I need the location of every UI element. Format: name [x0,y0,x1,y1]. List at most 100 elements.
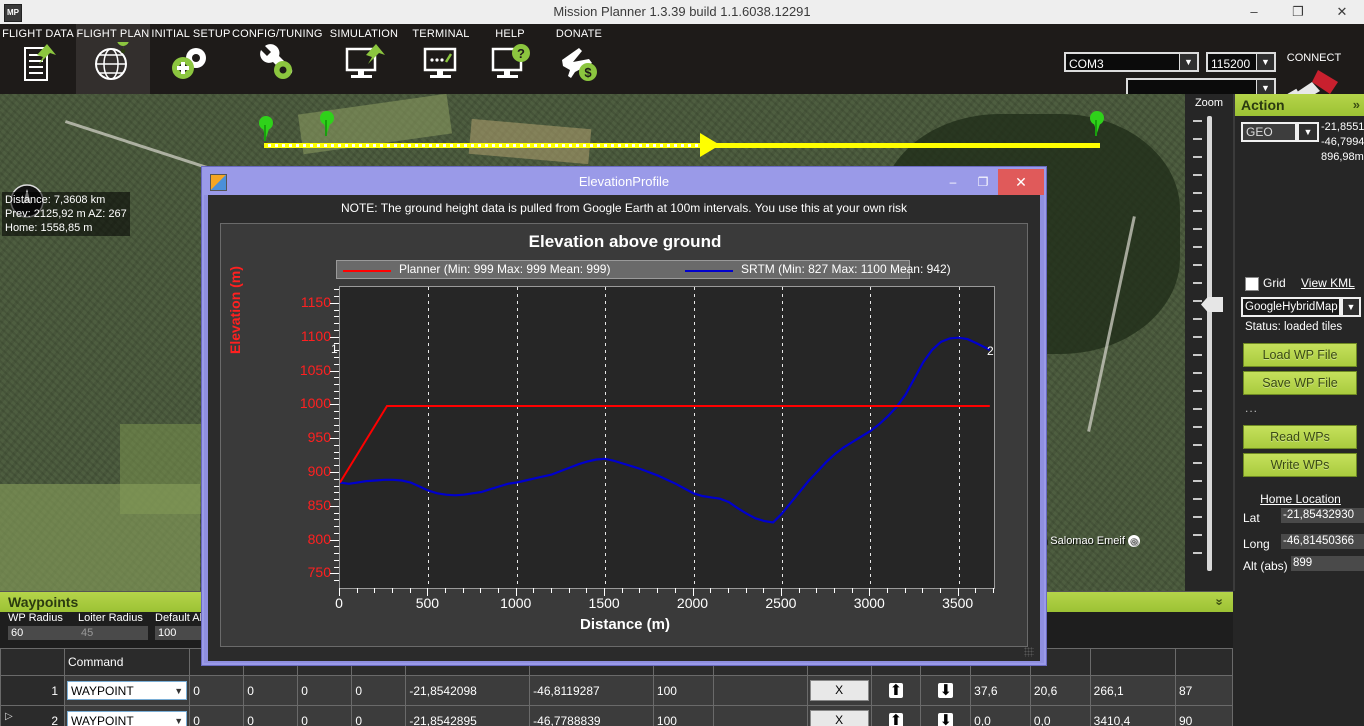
row-grad[interactable]: 0,0 [970,705,1031,726]
row-az[interactable]: 90 [1174,705,1234,726]
dialog-minimize-button[interactable]: – [938,169,968,195]
grid-checkbox[interactable] [1245,277,1259,291]
col-az[interactable] [1174,648,1234,676]
delete-row-button[interactable]: X [809,680,869,701]
zoom-slider-thumb[interactable] [1201,297,1223,312]
x-tick-mark-minor [993,588,994,593]
tab-flight-plan[interactable]: FLIGHT PLAN [76,24,150,94]
row-p4[interactable]: 0 [351,675,407,706]
waypoint-marker[interactable] [1088,111,1106,137]
row-delete-cell[interactable]: X [806,675,872,706]
save-wp-file-button[interactable]: Save WP File [1243,371,1357,395]
y-tick-label: 950 [307,429,331,446]
row-p2[interactable]: 0 [243,675,299,706]
maximize-button[interactable]: ❐ [1276,0,1320,24]
com-port-select[interactable]: COM3 ▼ [1064,52,1199,72]
action-panel-header[interactable]: Action » [1235,94,1364,116]
chart-title: Elevation above ground [528,232,722,251]
chevron-right-icon[interactable]: » [1353,94,1360,116]
move-up-button[interactable]: ⬆ [872,713,920,726]
row-p4[interactable]: 0 [351,705,407,726]
row-dist[interactable]: 3410,4 [1089,705,1176,726]
home-lat-label: Lat [1243,511,1260,525]
col-command[interactable]: Command [64,648,191,676]
dialog-close-button[interactable]: ✕ [998,169,1044,195]
tab-donate[interactable]: DONATE $ [544,24,614,94]
chevron-down-icon[interactable]: ▼ [1341,297,1361,317]
chevron-down-icon[interactable]: » [1209,598,1229,605]
row-down-cell[interactable]: ⬇ [920,705,972,726]
row-lat[interactable]: -21,8542895 [405,705,531,726]
x-tick-mark-minor [462,588,464,593]
row-angle[interactable]: 20,6 [1029,675,1091,706]
row-p3[interactable]: 0 [297,675,353,706]
col-dist[interactable] [1089,648,1176,676]
geo-mode-select[interactable]: GEO [1241,122,1297,142]
x-tick-mark-minor [816,588,818,593]
row-up-cell[interactable]: ⬆ [870,675,922,706]
row-lon[interactable]: -46,8119287 [529,675,654,706]
row-index[interactable]: ▷ 2 [0,705,66,726]
row-lat[interactable]: -21,8542098 [405,675,531,706]
minimize-button[interactable]: – [1232,0,1276,24]
baud-rate-select[interactable]: 115200 ▼ [1206,52,1276,72]
resize-grip[interactable] [1024,647,1034,657]
command-select[interactable]: WAYPOINT ▼ [67,711,188,726]
chevron-down-icon[interactable]: ▼ [1256,54,1274,70]
command-select[interactable]: WAYPOINT ▼ [67,681,188,701]
tab-initial-setup[interactable]: INITIAL SETUP [150,24,232,94]
dialog-maximize-button[interactable]: ❐ [968,169,998,195]
move-up-button[interactable]: ⬆ [872,683,920,698]
row-delete-cell[interactable]: X [806,705,872,726]
dialog-title-bar[interactable]: ElevationProfile – ❐ ✕ [204,169,1044,195]
tab-flight-data[interactable]: FLIGHT DATA [0,24,76,94]
more-options-ellipsis[interactable]: ... [1245,401,1258,415]
zoom-slider-track[interactable] [1207,116,1212,571]
row-up-cell[interactable]: ⬆ [870,705,922,726]
x-tick-mark-minor [745,588,747,593]
row-index[interactable]: 1 [0,675,66,706]
row-command-cell[interactable]: WAYPOINT ▼ [64,675,191,706]
move-down-button[interactable]: ⬇ [922,683,970,698]
write-wps-button[interactable]: Write WPs [1243,453,1357,477]
x-tick-mark-minor [409,588,411,593]
chevron-down-icon[interactable]: ▼ [1179,54,1197,70]
tab-simulation[interactable]: SIMULATION [322,24,406,94]
row-p1[interactable]: 0 [189,705,245,726]
home-long-field[interactable]: -46,81450366 [1281,534,1364,549]
chevron-down-icon[interactable]: ▼ [174,712,183,726]
tab-config-tuning[interactable]: CONFIG/TUNING [232,24,322,94]
delete-row-button[interactable]: X [809,710,869,726]
row-dist[interactable]: 266,1 [1089,675,1176,706]
row-alt[interactable]: 100 [652,675,714,706]
row-az[interactable]: 87 [1174,675,1234,706]
row-angle[interactable]: 0,0 [1029,705,1091,726]
row-lon[interactable]: -46,7788839 [529,705,654,726]
table-row[interactable]: 1 WAYPOINT ▼ 0 0 0 0 -21,8542098 -46,811… [0,675,1234,706]
row-alt[interactable]: 100 [652,705,714,726]
read-wps-button[interactable]: Read WPs [1243,425,1357,449]
row-grad[interactable]: 37,6 [970,675,1031,706]
close-button[interactable]: ✕ [1320,0,1364,24]
tab-help[interactable]: HELP ? [476,24,544,94]
chevron-down-icon[interactable]: ▼ [1297,122,1319,142]
row-p2[interactable]: 0 [243,705,299,726]
load-wp-file-button[interactable]: Load WP File [1243,343,1357,367]
waypoint-marker[interactable] [257,116,275,142]
map-type-select[interactable]: GoogleHybridMap [1241,297,1341,317]
row-command-cell[interactable]: WAYPOINT ▼ [64,705,191,726]
tab-initial-setup-label: INITIAL SETUP [151,28,231,40]
waypoint-marker[interactable] [318,111,336,137]
move-down-button[interactable]: ⬇ [922,713,970,726]
row-p3[interactable]: 0 [297,705,353,726]
home-alt-field[interactable]: 899 [1291,556,1364,571]
row-down-cell[interactable]: ⬇ [920,675,972,706]
row-p1[interactable]: 0 [189,675,245,706]
wp-radius-input[interactable]: 60 [8,626,78,640]
table-row[interactable]: ▷ 2 WAYPOINT ▼ 0 0 0 0 -21,8542895 -46,7… [0,705,1234,726]
loiter-radius-input[interactable]: 45 [78,626,148,640]
chevron-down-icon[interactable]: ▼ [174,682,183,701]
view-kml-link[interactable]: View KML [1301,276,1355,290]
tab-terminal[interactable]: TERMINAL [406,24,476,94]
home-lat-field[interactable]: -21,85432930 [1281,508,1364,523]
